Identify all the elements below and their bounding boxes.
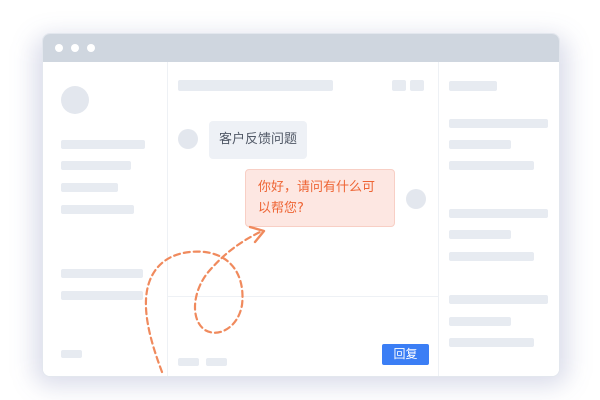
panel-placeholder-line (449, 230, 511, 239)
sidebar-placeholder-line (61, 183, 118, 192)
customer-avatar-placeholder (178, 129, 198, 149)
right-panel (438, 62, 559, 376)
composer-divider (168, 296, 438, 297)
panel-placeholder-line (449, 161, 534, 170)
composer-tool-placeholder[interactable] (206, 358, 227, 366)
incoming-message-bubble: 客户反馈问题 (209, 121, 307, 159)
sidebar-placeholder-line (61, 269, 143, 278)
sidebar-placeholder-line (61, 140, 145, 149)
sidebar-placeholder-line (61, 350, 82, 358)
profile-avatar-placeholder (61, 86, 89, 114)
chat-window: 客户反馈问题 你好，请问有什么可以帮您? 回复 (42, 33, 560, 377)
window-dot-close[interactable] (55, 44, 63, 52)
panel-placeholder-line (449, 119, 548, 128)
agent-avatar-placeholder (406, 189, 426, 209)
panel-placeholder-line (449, 252, 534, 261)
panel-placeholder-line (449, 81, 497, 91)
chat-header-placeholder (178, 80, 333, 91)
panel-placeholder-line (449, 338, 534, 347)
panel-placeholder-line (449, 209, 548, 218)
window-dot-minimize[interactable] (71, 44, 79, 52)
sidebar-placeholder-line (61, 205, 134, 214)
window-dot-maximize[interactable] (87, 44, 95, 52)
sidebar-placeholder-line (61, 161, 131, 170)
panel-placeholder-line (449, 295, 548, 304)
panel-placeholder-line (449, 317, 511, 326)
chat-header-action-placeholder (392, 80, 406, 91)
illustration-stage: 客户反馈问题 你好，请问有什么可以帮您? 回复 (0, 0, 600, 400)
sidebar-placeholder-line (61, 291, 143, 300)
panel-placeholder-line (449, 140, 511, 149)
composer-tool-placeholder[interactable] (178, 358, 199, 366)
reply-button[interactable]: 回复 (382, 344, 429, 365)
outgoing-message-bubble: 你好，请问有什么可以帮您? (245, 169, 395, 227)
left-sidebar (43, 62, 168, 376)
title-bar (43, 34, 559, 62)
chat-header-action-placeholder (410, 80, 424, 91)
